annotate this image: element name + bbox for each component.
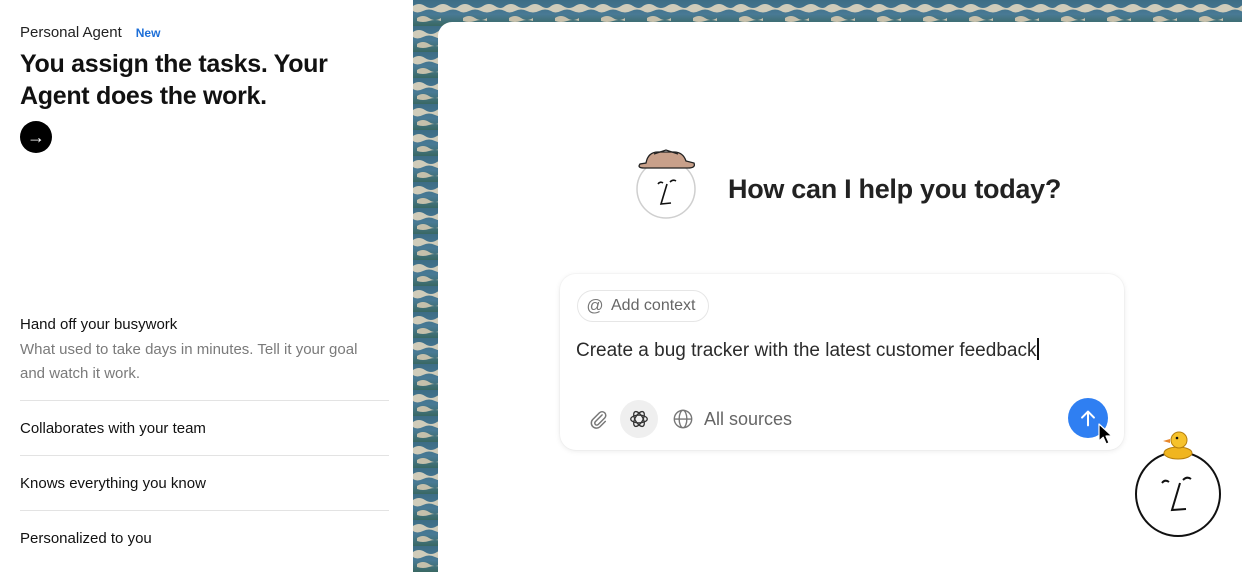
agent-avatar — [636, 146, 698, 222]
at-sign-icon: @ — [586, 296, 604, 315]
add-context-button[interactable]: @ Add context — [577, 290, 709, 322]
promo-eyebrow: Personal Agent New — [20, 24, 160, 41]
greeting-text: How can I help you today? — [728, 173, 1062, 204]
feature-description: What used to take days in minutes. Tell … — [20, 341, 358, 382]
promo-arrow-button[interactable]: → — [20, 121, 52, 153]
feature-item-label: Knows everything you know — [20, 474, 206, 492]
chat-card: How can I help you today? @ Add context … — [438, 22, 1242, 572]
feature-highlight: Hand off your busywork What used to take… — [20, 316, 380, 386]
feature-item-collaborates[interactable]: Collaborates with your team — [20, 400, 389, 455]
promo-headline: You assign the tasks. Your Agent does th… — [20, 50, 328, 110]
duck-face-icon — [1135, 431, 1221, 537]
feature-list: Collaborates with your team Knows everyt… — [20, 400, 389, 565]
text-caret — [1037, 338, 1039, 360]
chat-greeting: How can I help you today? — [636, 146, 1061, 222]
feature-item-label: Personalized to you — [20, 529, 152, 547]
feature-item-personalized[interactable]: Personalized to you — [20, 510, 389, 565]
feature-item-label: Collaborates with your team — [20, 419, 206, 437]
arrow-up-icon — [1081, 410, 1095, 427]
chat-composer: @ Add context Create a bug tracker with … — [560, 274, 1124, 450]
globe-icon — [673, 409, 693, 429]
agent-mascot-button[interactable] — [1130, 426, 1224, 540]
sources-label: All sources — [704, 408, 793, 429]
prompt-input[interactable]: Create a bug tracker with the latest cus… — [576, 338, 1039, 362]
add-context-label: Add context — [611, 297, 696, 314]
openai-icon — [630, 410, 648, 428]
paperclip-icon — [590, 410, 607, 429]
sources-selector[interactable]: All sources — [672, 408, 792, 430]
right-arrow-icon: → — [27, 127, 45, 147]
composer-toolbar: All sources — [582, 400, 792, 438]
model-selector-button[interactable] — [620, 400, 658, 438]
prompt-text: Create a bug tracker with the latest cus… — [576, 340, 1037, 361]
feature-title: Hand off your busywork — [20, 316, 178, 333]
agent-face-icon — [636, 149, 696, 219]
feature-item-knows[interactable]: Knows everything you know — [20, 455, 389, 510]
new-badge: New — [135, 25, 161, 40]
promo-panel: Personal Agent New You assign the tasks.… — [0, 0, 413, 572]
promo-title: Personal Agent — [20, 24, 122, 41]
attach-button[interactable] — [582, 403, 614, 435]
mouse-cursor-icon — [1098, 423, 1113, 445]
